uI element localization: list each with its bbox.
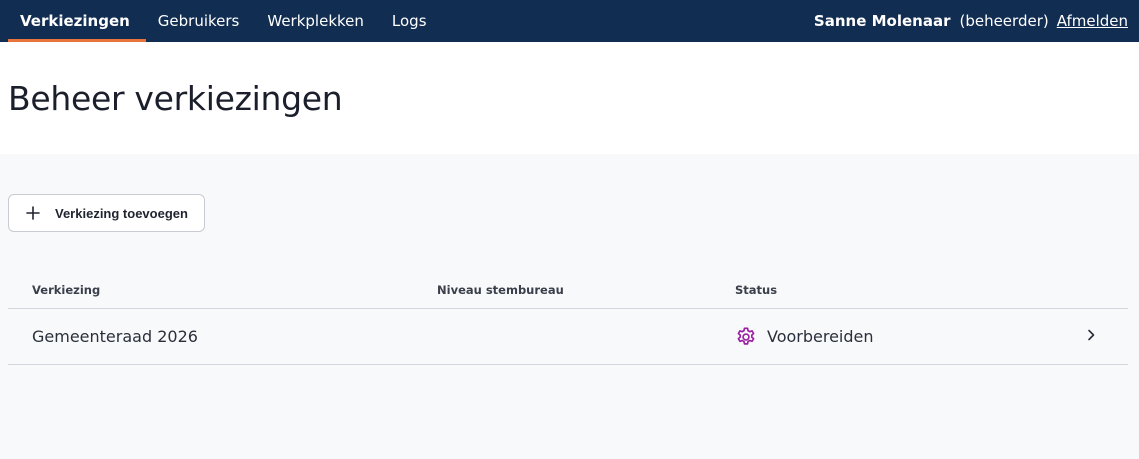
nav-tab-verkiezingen[interactable]: Verkiezingen [8,0,146,42]
table-header-row: Verkiezing Niveau stembureau Status [8,272,1128,309]
add-election-label: Verkiezing toevoegen [55,205,188,221]
row-action-cell [1075,308,1128,365]
election-level [437,308,735,365]
election-status-cell: Voorbereiden [735,308,1075,365]
column-header-election: Verkiezing [8,272,437,309]
column-header-action [1075,272,1128,309]
page-title: Beheer verkiezingen [8,78,343,118]
chevron-right-icon[interactable] [1084,327,1098,341]
nav-tab-gebruikers[interactable]: Gebruikers [146,0,256,42]
column-header-status: Status [735,272,1075,309]
column-header-level: Niveau stembureau [437,272,735,309]
nav-tabs: Verkiezingen Gebruikers Werkplekken Logs [8,0,443,42]
user-info: Sanne Molenaar (beheerder) Afmelden [814,0,1128,42]
gear-icon [735,326,757,348]
status-label: Voorbereiden [767,327,874,346]
user-role: (beheerder) [959,12,1049,30]
election-name: Gemeenteraad 2026 [8,308,437,365]
add-election-button[interactable]: Verkiezing toevoegen [8,194,205,232]
plus-icon [25,205,41,221]
table-row[interactable]: Gemeenteraad 2026 Voorbereiden [8,308,1128,365]
user-name: Sanne Molenaar [813,12,951,30]
elections-table: Verkiezing Niveau stembureau Status Geme… [8,272,1128,365]
page-header: Beheer verkiezingen [0,42,1139,154]
logout-link[interactable]: Afmelden [1057,12,1128,30]
top-navigation: Verkiezingen Gebruikers Werkplekken Logs… [0,0,1139,42]
main-content: Verkiezing toevoegen Verkiezing Niveau s… [0,154,1139,365]
nav-tab-logs[interactable]: Logs [380,0,443,42]
nav-tab-werkplekken[interactable]: Werkplekken [255,0,380,42]
